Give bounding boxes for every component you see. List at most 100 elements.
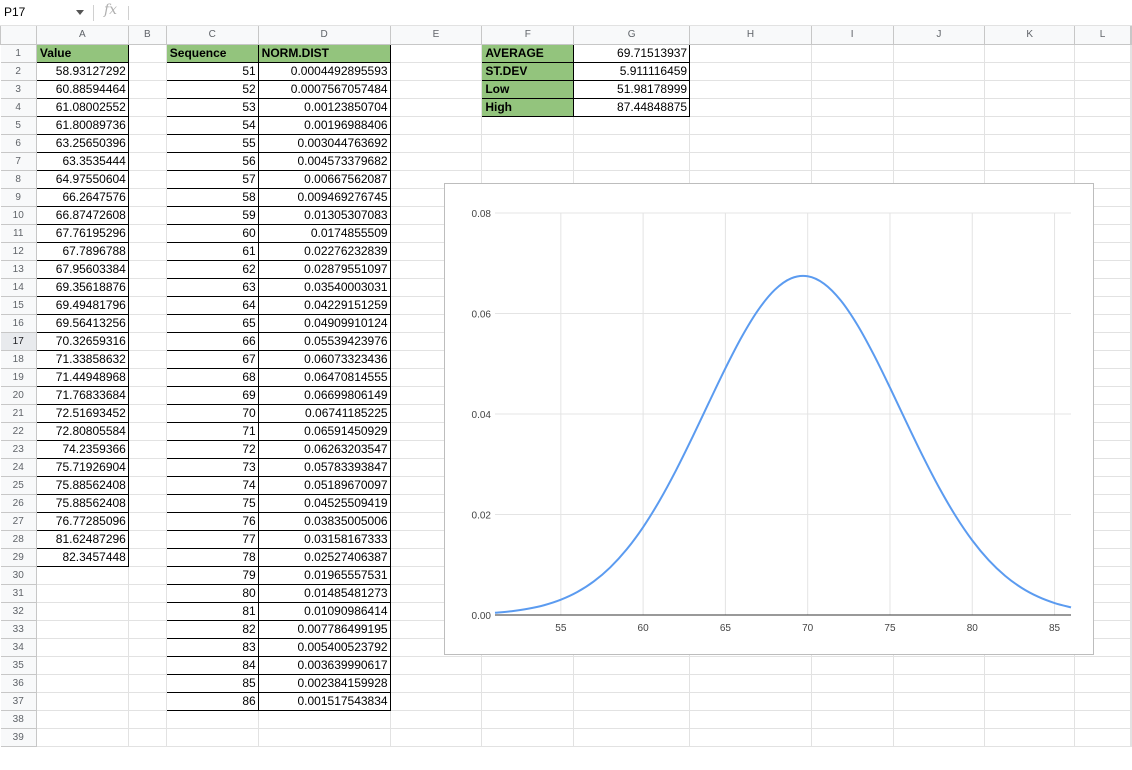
normdist-cell[interactable]: 0.005400523792 (257, 637, 391, 657)
sequence-cell[interactable]: 82 (165, 619, 259, 639)
empty-cell[interactable] (127, 61, 167, 81)
row-header[interactable]: 21 (0, 403, 37, 423)
empty-cell[interactable] (892, 61, 986, 81)
value-cell[interactable]: 75.71926904 (35, 457, 129, 477)
empty-cell[interactable] (573, 673, 691, 693)
row-header[interactable]: 15 (0, 295, 37, 315)
stat-value[interactable]: 5.911116459 (573, 61, 691, 81)
value-cell[interactable]: 67.76195296 (35, 223, 129, 243)
sequence-cell[interactable]: 60 (165, 223, 259, 243)
row-header[interactable]: 3 (0, 79, 37, 99)
empty-cell[interactable] (810, 691, 894, 711)
empty-cell[interactable] (35, 709, 129, 729)
normdist-cell[interactable]: 0.01485481273 (257, 583, 391, 603)
row-header[interactable]: 28 (0, 529, 37, 549)
empty-cell[interactable] (892, 43, 986, 63)
empty-cell[interactable] (127, 223, 167, 243)
normdist-cell[interactable]: 0.02879551097 (257, 259, 391, 279)
value-cell[interactable]: 64.97550604 (35, 169, 129, 189)
empty-cell[interactable] (35, 655, 129, 675)
sequence-cell[interactable]: 85 (165, 673, 259, 693)
normdist-cell[interactable]: 0.01965557531 (257, 565, 391, 585)
normdist-cell[interactable]: 0.06741185225 (257, 403, 391, 423)
empty-cell[interactable] (1074, 97, 1131, 117)
empty-cell[interactable] (35, 727, 129, 747)
empty-cell[interactable] (127, 313, 167, 333)
column-header-l[interactable]: L (1074, 26, 1131, 45)
sequence-cell[interactable]: 70 (165, 403, 259, 423)
sequence-header[interactable]: Sequence (165, 43, 259, 63)
empty-cell[interactable] (984, 97, 1076, 117)
empty-cell[interactable] (984, 61, 1076, 81)
empty-cell[interactable] (984, 133, 1076, 153)
empty-cell[interactable] (984, 79, 1076, 99)
empty-cell[interactable] (127, 637, 167, 657)
normdist-cell[interactable]: 0.02276232839 (257, 241, 391, 261)
empty-cell[interactable] (481, 115, 575, 135)
value-cell[interactable]: 71.76833684 (35, 385, 129, 405)
empty-cell[interactable] (810, 79, 894, 99)
empty-cell[interactable] (127, 727, 167, 747)
normdist-cell[interactable]: 0.05783393847 (257, 457, 391, 477)
select-all-corner[interactable] (0, 26, 37, 45)
empty-cell[interactable] (481, 655, 575, 675)
name-box[interactable]: P17 (0, 3, 90, 22)
empty-cell[interactable] (689, 133, 812, 153)
column-header-b[interactable]: B (127, 26, 167, 45)
value-cell[interactable]: 58.93127292 (35, 61, 129, 81)
empty-cell[interactable] (257, 727, 391, 747)
value-cell[interactable]: 67.95603384 (35, 259, 129, 279)
row-header[interactable]: 13 (0, 259, 37, 279)
empty-cell[interactable] (1074, 673, 1131, 693)
column-header-f[interactable]: F (481, 26, 575, 45)
row-header[interactable]: 30 (0, 565, 37, 585)
row-header[interactable]: 7 (0, 151, 37, 171)
empty-cell[interactable] (127, 331, 167, 351)
empty-cell[interactable] (1074, 709, 1131, 729)
value-cell[interactable]: 70.32659316 (35, 331, 129, 351)
empty-cell[interactable] (389, 115, 483, 135)
normdist-cell[interactable]: 0.06073323436 (257, 349, 391, 369)
row-header[interactable]: 37 (0, 691, 37, 711)
empty-cell[interactable] (689, 709, 812, 729)
empty-cell[interactable] (689, 151, 812, 171)
value-cell[interactable]: 69.56413256 (35, 313, 129, 333)
normdist-cell[interactable]: 0.00196988406 (257, 115, 391, 135)
empty-cell[interactable] (389, 709, 483, 729)
normdist-cell[interactable]: 0.0007567057484 (257, 79, 391, 99)
empty-cell[interactable] (127, 115, 167, 135)
empty-cell[interactable] (689, 727, 812, 747)
empty-cell[interactable] (892, 97, 986, 117)
empty-cell[interactable] (892, 79, 986, 99)
column-header-e[interactable]: E (389, 26, 483, 45)
row-header[interactable]: 16 (0, 313, 37, 333)
empty-cell[interactable] (892, 133, 986, 153)
value-cell[interactable]: 69.35618876 (35, 277, 129, 297)
row-header[interactable]: 14 (0, 277, 37, 297)
empty-cell[interactable] (127, 205, 167, 225)
empty-cell[interactable] (984, 115, 1076, 135)
value-cell[interactable]: 66.2647576 (35, 187, 129, 207)
row-header[interactable]: 29 (0, 547, 37, 567)
empty-cell[interactable] (389, 151, 483, 171)
empty-cell[interactable] (35, 637, 129, 657)
empty-cell[interactable] (127, 511, 167, 531)
empty-cell[interactable] (127, 619, 167, 639)
normdist-cell[interactable]: 0.06699806149 (257, 385, 391, 405)
empty-cell[interactable] (389, 61, 483, 81)
row-header[interactable]: 5 (0, 115, 37, 135)
empty-cell[interactable] (127, 349, 167, 369)
value-cell[interactable]: 74.2359366 (35, 439, 129, 459)
empty-cell[interactable] (127, 439, 167, 459)
empty-cell[interactable] (984, 43, 1076, 63)
empty-cell[interactable] (127, 493, 167, 513)
normdist-cell[interactable]: 0.05539423976 (257, 331, 391, 351)
empty-cell[interactable] (127, 655, 167, 675)
normal-distribution-chart[interactable]: 55 60 65 70 75 80 85 0.00 0.02 0.04 0.06 0.08 (444, 183, 1094, 655)
empty-cell[interactable] (810, 97, 894, 117)
empty-cell[interactable] (389, 43, 483, 63)
empty-cell[interactable] (127, 547, 167, 567)
value-cell[interactable]: 60.88594464 (35, 79, 129, 99)
row-header[interactable]: 35 (0, 655, 37, 675)
normdist-cell[interactable]: 0.03540003031 (257, 277, 391, 297)
